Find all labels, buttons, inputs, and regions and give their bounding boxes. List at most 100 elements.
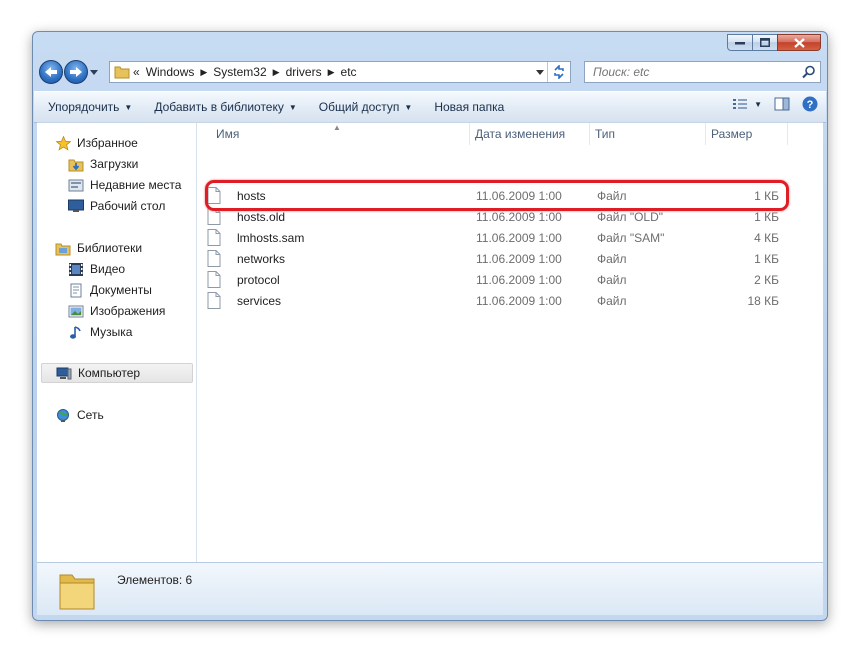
file-date: 11.06.2009 1:00: [476, 272, 562, 287]
change-view-button[interactable]: ▼: [732, 97, 762, 111]
nav-label: Загрузки: [90, 157, 139, 171]
nav-desktop[interactable]: Рабочий стол: [68, 196, 165, 216]
caption-buttons: [727, 34, 821, 51]
file-icon: [207, 292, 221, 309]
share-label: Общий доступ: [318, 100, 400, 114]
file-row[interactable]: lmhosts.sam 11.06.2009 1:00 Файл "SAM" 4…: [207, 227, 779, 248]
chevron-right-icon[interactable]: ▶: [328, 67, 335, 78]
file-date: 11.06.2009 1:00: [476, 209, 562, 224]
organize-label: Упорядочить: [48, 100, 120, 114]
chevron-down-icon[interactable]: ▼: [754, 100, 762, 109]
preview-pane-icon: [774, 97, 790, 111]
nav-libraries[interactable]: Библиотеки: [55, 238, 142, 258]
minimize-button[interactable]: [727, 34, 753, 51]
file-name: hosts.old: [237, 209, 286, 224]
column-header-size[interactable]: Размер: [706, 123, 788, 145]
back-button[interactable]: [39, 60, 63, 84]
recent-places-icon: [68, 177, 84, 193]
breadcrumb-windows[interactable]: Windows ▶: [143, 62, 211, 82]
search-box[interactable]: [584, 61, 821, 83]
preview-pane-button[interactable]: [774, 97, 790, 111]
breadcrumb-overflow[interactable]: «: [130, 62, 143, 82]
navigation-row: « Windows ▶ System32 ▶ drivers ▶ etc: [39, 60, 821, 86]
computer-icon: [56, 365, 72, 381]
refresh-button[interactable]: [547, 62, 570, 82]
maximize-button[interactable]: [752, 34, 778, 51]
chevron-down-icon: ▼: [124, 102, 133, 112]
share-button[interactable]: Общий доступ ▼: [311, 100, 421, 114]
column-label: Тип: [595, 127, 616, 141]
search-icon[interactable]: [802, 65, 816, 79]
new-folder-button[interactable]: Новая папка: [426, 100, 512, 114]
nav-network[interactable]: Сеть: [55, 405, 104, 425]
close-button[interactable]: [777, 34, 821, 51]
file-size: 2 КБ: [754, 272, 779, 287]
nav-downloads[interactable]: Загрузки: [68, 154, 138, 174]
breadcrumb-label: «: [133, 65, 140, 79]
column-header-date[interactable]: Дата изменения: [470, 123, 590, 145]
documents-icon: [68, 282, 84, 298]
file-date: 11.06.2009 1:00: [476, 293, 562, 308]
nav-label: Музыка: [90, 325, 133, 339]
sort-ascending-icon: ▲: [333, 123, 341, 132]
nav-images[interactable]: Изображения: [68, 301, 165, 321]
nav-video[interactable]: Видео: [68, 259, 125, 279]
network-icon: [55, 407, 71, 423]
downloads-folder-icon: [68, 156, 84, 172]
add-to-library-label: Добавить в библиотеку: [154, 100, 284, 114]
chevron-down-icon: [90, 69, 98, 75]
items-count: Элементов: 6: [117, 573, 193, 587]
nav-computer[interactable]: Компьютер: [41, 363, 193, 383]
file-size: 1 КБ: [754, 209, 779, 224]
search-input[interactable]: [591, 64, 795, 80]
column-label: Дата изменения: [475, 127, 566, 141]
chevron-down-icon: ▼: [404, 102, 413, 112]
forward-button[interactable]: [64, 60, 88, 84]
arrow-right-icon: [70, 67, 82, 77]
organize-button[interactable]: Упорядочить ▼: [40, 100, 140, 114]
chevron-right-icon[interactable]: ▶: [200, 67, 207, 78]
view-list-icon: [733, 99, 748, 109]
file-type: Файл "SAM": [597, 230, 665, 245]
column-header-row: Имя ▲ Дата изменения Тип Размер: [197, 123, 809, 145]
column-label: Имя: [216, 127, 240, 141]
column-header-type[interactable]: Тип: [590, 123, 706, 145]
file-row[interactable]: protocol 11.06.2009 1:00 Файл 2 КБ: [207, 269, 779, 290]
add-to-library-button[interactable]: Добавить в библиотеку ▼: [146, 100, 304, 114]
file-size: 18 КБ: [747, 293, 779, 308]
breadcrumb-label: etc: [340, 65, 357, 79]
breadcrumb-drivers[interactable]: drivers ▶: [283, 62, 338, 82]
file-type: Файл: [597, 251, 627, 266]
chevron-down-icon: ▼: [288, 102, 297, 112]
chevron-right-icon[interactable]: ▶: [273, 67, 280, 78]
chevron-down-icon: [536, 69, 544, 75]
column-label: Размер: [711, 127, 753, 141]
nav-documents[interactable]: Документы: [68, 280, 152, 300]
refresh-icon: [554, 65, 564, 79]
address-history-dropdown[interactable]: [532, 62, 548, 82]
file-size: 1 КБ: [754, 251, 779, 266]
nav-music[interactable]: Музыка: [68, 322, 132, 342]
nav-label: Избранное: [77, 136, 138, 150]
file-name: lmhosts.sam: [237, 230, 305, 245]
address-bar[interactable]: « Windows ▶ System32 ▶ drivers ▶ etc: [109, 61, 571, 83]
file-row[interactable]: networks 11.06.2009 1:00 Файл 1 КБ: [207, 248, 779, 269]
breadcrumb-label: System32: [213, 65, 267, 79]
recent-pages-dropdown[interactable]: [88, 60, 100, 84]
breadcrumb-etc[interactable]: etc: [338, 62, 360, 82]
video-icon: [68, 261, 84, 277]
view-controls: ▼ ?: [720, 96, 818, 112]
help-button[interactable]: ?: [802, 96, 818, 112]
nav-recent-places[interactable]: Недавние места: [68, 175, 181, 195]
hosts-highlight-outline: [205, 180, 789, 211]
breadcrumb-system32[interactable]: System32 ▶: [210, 62, 282, 82]
file-row[interactable]: services 11.06.2009 1:00 Файл 18 КБ: [207, 290, 779, 311]
nav-label: Компьютер: [78, 366, 141, 380]
nav-favorites[interactable]: Избранное: [55, 133, 138, 153]
star-icon: [55, 135, 71, 151]
file-type: Файл: [597, 272, 627, 287]
folder-icon: [59, 574, 95, 610]
content-area: Избранное Загрузки Недавние места Рабочи…: [37, 122, 823, 563]
file-name: networks: [237, 251, 286, 266]
nav-label: Видео: [90, 262, 126, 276]
